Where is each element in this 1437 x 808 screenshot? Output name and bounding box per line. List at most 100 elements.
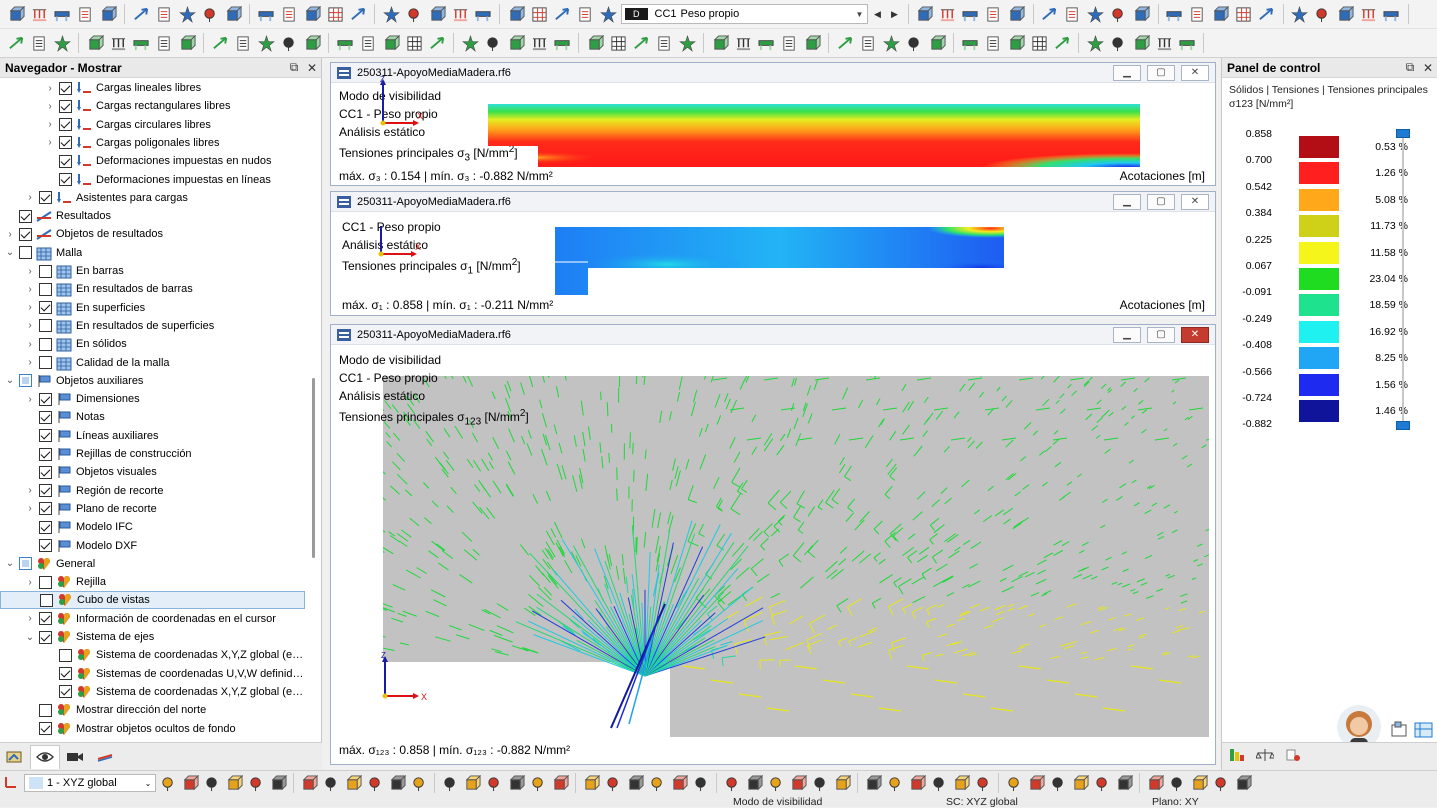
toolbar-cube-icon[interactable] <box>1336 4 1356 24</box>
tree-item[interactable]: › En resultados de superficies <box>0 317 305 335</box>
expand-arrow-icon[interactable]: › <box>44 101 56 112</box>
tree-item[interactable]: ⌄ Sistema de ejes <box>0 628 305 646</box>
view-window-sigma123[interactable]: 250311-ApoyoMediaMadera.rf6 ▁ ▢ ✕ Modo d… <box>330 324 1216 765</box>
bottom-cube-icon[interactable] <box>788 773 808 793</box>
tree-checkbox[interactable] <box>39 612 52 625</box>
toolbar-star-icon[interactable] <box>52 33 72 53</box>
tree-item[interactable]: › Dimensiones <box>0 390 305 408</box>
tree-checkbox[interactable] <box>39 283 52 296</box>
tab-color-scale-icon[interactable] <box>1228 747 1246 766</box>
expand-arrow-icon[interactable]: › <box>44 119 56 130</box>
tree-item[interactable]: › Objetos de resultados <box>0 225 305 243</box>
tree-item[interactable]: Objetos visuales <box>0 463 305 481</box>
toolbar-star-icon[interactable] <box>1085 33 1105 53</box>
toolbar-sheet-icon[interactable] <box>984 4 1004 24</box>
window-titlebar[interactable]: 250311-ApoyoMediaMadera.rf6 ▁ ▢ ✕ <box>331 325 1215 345</box>
toolbar-arrow-icon[interactable] <box>552 4 572 24</box>
tree-checkbox[interactable] <box>19 210 32 223</box>
toolbar-sheet-icon[interactable] <box>75 4 95 24</box>
previous-load-case-icon[interactable]: ◀ <box>871 4 885 24</box>
toolbar-sheet-icon[interactable] <box>1188 4 1208 24</box>
expand-arrow-icon[interactable]: › <box>44 137 56 148</box>
toolbar-beam-icon[interactable] <box>552 33 572 53</box>
toolbar-grid-icon[interactable] <box>608 33 628 53</box>
bottom-node-icon[interactable] <box>691 773 711 793</box>
tree-checkbox[interactable] <box>59 667 72 680</box>
toolbar-arrow-icon[interactable] <box>1040 4 1060 24</box>
bottom-cube-icon[interactable] <box>1233 773 1253 793</box>
bottom-node-icon[interactable] <box>321 773 341 793</box>
bottom-cube-icon[interactable] <box>832 773 852 793</box>
toolbar-load-icon[interactable] <box>450 4 470 24</box>
tree-checkbox[interactable] <box>39 191 52 204</box>
bottom-node-icon[interactable] <box>766 773 786 793</box>
tree-item[interactable]: › Calidad de la malla <box>0 354 305 372</box>
tab-sections-icon[interactable] <box>90 745 120 769</box>
tree-item[interactable]: Líneas auxiliares <box>0 427 305 445</box>
toolbar-load-icon[interactable] <box>1154 33 1174 53</box>
bottom-node-icon[interactable] <box>409 773 429 793</box>
bottom-cube-icon[interactable] <box>299 773 319 793</box>
bottom-node-icon[interactable] <box>202 773 222 793</box>
toolbar-arrow-icon[interactable] <box>6 33 26 53</box>
toolbar-grid-icon[interactable] <box>404 33 424 53</box>
tree-item[interactable]: Rejillas de construcción <box>0 445 305 463</box>
tree-checkbox[interactable] <box>39 539 52 552</box>
bottom-cube-icon[interactable] <box>907 773 927 793</box>
toolbar-cube-icon[interactable] <box>302 33 322 53</box>
tree-item[interactable]: › Rejilla <box>0 573 305 591</box>
expand-arrow-icon[interactable]: › <box>24 284 36 295</box>
toolbar-beam-icon[interactable] <box>1165 4 1185 24</box>
tab-filter-icon[interactable] <box>1284 747 1302 766</box>
tree-item[interactable]: Mostrar dirección del norte <box>0 701 305 719</box>
panel-settings-icon[interactable] <box>1390 721 1410 742</box>
bottom-cube-icon[interactable] <box>462 773 482 793</box>
toolbar-star-icon[interactable] <box>460 33 480 53</box>
bottom-cube-icon[interactable] <box>343 773 363 793</box>
toolbar-cube-icon[interactable] <box>710 33 730 53</box>
bottom-cube-icon[interactable] <box>625 773 645 793</box>
toolbar-cube-icon[interactable] <box>915 4 935 24</box>
expand-arrow-icon[interactable]: › <box>24 320 36 331</box>
tab-data-icon[interactable] <box>0 745 30 769</box>
bottom-node-icon[interactable] <box>528 773 548 793</box>
toolbar-cube-icon[interactable] <box>802 33 822 53</box>
bottom-node-icon[interactable] <box>440 773 460 793</box>
bottom-cube-icon[interactable] <box>1026 773 1046 793</box>
bottom-node-icon[interactable] <box>1167 773 1187 793</box>
toolbar-cube-icon[interactable] <box>1211 4 1231 24</box>
toolbar-sheet-icon[interactable] <box>233 33 253 53</box>
minimize-button[interactable]: ▁ <box>1113 194 1141 210</box>
bottom-cube-icon[interactable] <box>951 773 971 793</box>
tree-checkbox[interactable] <box>39 502 52 515</box>
next-load-case-icon[interactable]: ▶ <box>888 4 902 24</box>
tree-checkbox[interactable] <box>59 82 72 95</box>
bottom-node-icon[interactable] <box>885 773 905 793</box>
tree-checkbox[interactable] <box>39 484 52 497</box>
bottom-cube-icon[interactable] <box>1070 773 1090 793</box>
toolbar-cube-icon[interactable] <box>223 4 243 24</box>
toolbar-arrow-icon[interactable] <box>427 33 447 53</box>
toolbar-sheet-icon[interactable] <box>983 33 1003 53</box>
toolbar-beam-icon[interactable] <box>1177 33 1197 53</box>
toolbar-beam-icon[interactable] <box>256 4 276 24</box>
tree-item[interactable]: › Región de recorte <box>0 482 305 500</box>
toolbar-cube-icon[interactable] <box>381 33 401 53</box>
bottom-node-icon[interactable] <box>1004 773 1024 793</box>
tree-checkbox[interactable] <box>19 557 32 570</box>
bottom-node-icon[interactable] <box>647 773 667 793</box>
tree-item[interactable]: › Información de coordenadas en el curso… <box>0 610 305 628</box>
expand-arrow-icon[interactable]: › <box>24 485 36 496</box>
expand-arrow-icon[interactable]: ⌄ <box>4 558 16 569</box>
toolbar-cube-icon[interactable] <box>506 33 526 53</box>
tree-item[interactable]: › Cargas lineales libres <box>0 79 305 97</box>
expand-arrow-icon[interactable]: ⌄ <box>4 375 16 386</box>
toolbar-sheet-icon[interactable] <box>1063 4 1083 24</box>
tree-checkbox[interactable] <box>39 301 52 314</box>
bottom-cube-icon[interactable] <box>744 773 764 793</box>
tree-checkbox[interactable] <box>39 722 52 735</box>
tree-checkbox[interactable] <box>19 228 32 241</box>
bottom-cube-icon[interactable] <box>1189 773 1209 793</box>
toolbar-cube-icon[interactable] <box>98 4 118 24</box>
toolbar-cube-icon[interactable] <box>302 4 322 24</box>
